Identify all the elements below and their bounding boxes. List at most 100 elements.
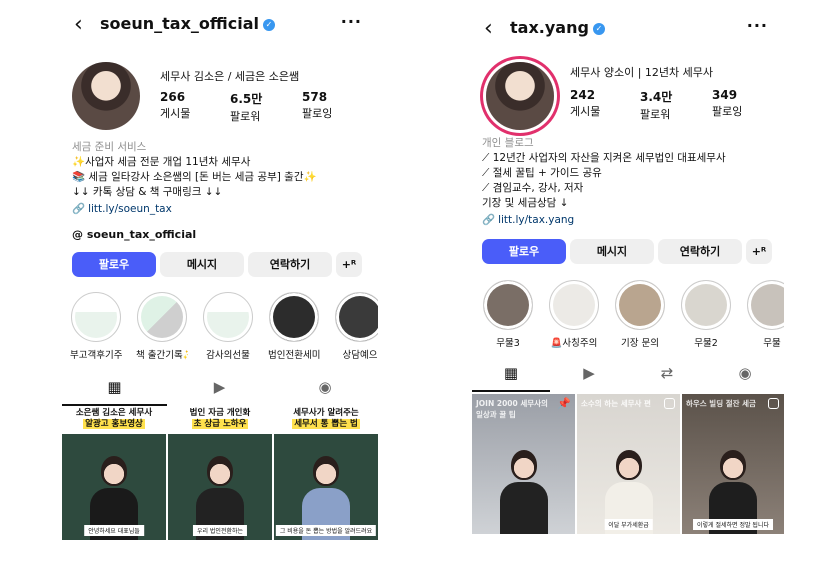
threads-link[interactable]: @ soeun_tax_official bbox=[72, 228, 196, 241]
posts-count[interactable]: 242 게시물 bbox=[570, 88, 640, 119]
highlight-thumbnail bbox=[615, 280, 665, 330]
highlight-thumbnail bbox=[269, 292, 319, 342]
verified-badge-icon: ✓ bbox=[263, 18, 275, 31]
category-label: 세금 준비 서비스 bbox=[72, 141, 147, 153]
tile-caption: 그 비용을 돈 뽑는 방법을 알려드려요 bbox=[275, 525, 377, 536]
highlight[interactable]: 책 출간기록✨ bbox=[136, 292, 188, 361]
highlight-thumbnail bbox=[681, 280, 731, 330]
reel-icon bbox=[768, 398, 779, 409]
message-button[interactable]: 메시지 bbox=[570, 239, 654, 264]
message-button[interactable]: 메시지 bbox=[160, 252, 244, 277]
tile-title-line1: 소은쌤 김소은 세무사 bbox=[75, 408, 153, 418]
highlight[interactable]: 감사의선물 bbox=[202, 292, 254, 361]
contact-button[interactable]: 연락하기 bbox=[658, 239, 742, 264]
add-user-icon[interactable]: +ᴿ bbox=[336, 252, 362, 277]
following-count[interactable]: 349 팔로잉 bbox=[712, 88, 782, 119]
followers-count[interactable]: 3.4만 팔로워 bbox=[640, 88, 710, 122]
pin-icon: 📌 bbox=[557, 397, 571, 410]
tile-caption: 안녕하세요 대표님들 bbox=[84, 525, 144, 536]
reel-icon bbox=[664, 398, 675, 409]
bio-line: ↓↓ 카톡 상담 & 책 구매링크 ↓↓ bbox=[72, 186, 223, 198]
highlight-thumbnail bbox=[203, 292, 253, 342]
content-tabs: ▦ ▶ ⇄ ◉ bbox=[472, 364, 784, 392]
pencil-icon: ⟋ bbox=[482, 167, 493, 179]
followers-count[interactable]: 6.5만 팔로워 bbox=[230, 90, 300, 124]
pencil-icon: ⟋ bbox=[482, 182, 493, 194]
highlight-thumbnail bbox=[483, 280, 533, 330]
highlight[interactable]: 무물2 bbox=[680, 280, 732, 349]
highlight[interactable]: 부고객후기주 bbox=[70, 292, 122, 361]
post-tile[interactable]: 세무사가 알려주는 세무서 통 뽑는 법 그 비용을 돈 뽑는 방법을 알려드려요 bbox=[274, 406, 378, 540]
bio-line: ⟋ 12년간 사업자의 자산을 지켜온 세무법인 대표세무사 bbox=[482, 152, 726, 164]
tagged-tab-icon[interactable]: ◉ bbox=[272, 378, 378, 406]
post-tile[interactable]: 법인 자금 개인화 초 상급 노하우 우리 법인전환하는 bbox=[168, 406, 272, 540]
grid-tab-icon[interactable]: ▦ bbox=[62, 378, 167, 406]
username-header: soeun_tax_official ✓ bbox=[100, 14, 275, 33]
full-name: 세무사 김소은 / 세금은 소은쌤 bbox=[160, 70, 300, 83]
post-tile[interactable]: JOIN 2000 세무사의 일상과 꿀 팁 📌 bbox=[472, 394, 575, 534]
reels-tab-icon[interactable]: ▶ bbox=[550, 364, 628, 392]
bio-line: 📚 세금 일타강사 소은쌤의 [돈 버는 세금 공부] 출간✨ bbox=[72, 171, 317, 183]
highlight[interactable]: 무물3 bbox=[482, 280, 534, 349]
profile-panel-left: ‹ soeun_tax_official ✓ ··· 세무사 김소은 / 세금은 … bbox=[62, 0, 378, 574]
more-options-icon[interactable]: ··· bbox=[747, 16, 768, 35]
post-grid: JOIN 2000 세무사의 일상과 꿀 팁 📌 소수의 하는 세무사 편 이달… bbox=[472, 394, 784, 534]
following-count[interactable]: 578 팔로잉 bbox=[302, 90, 372, 121]
post-tile[interactable]: 소은쌤 김소은 세무사 알광고 홍보영상 안녕하세요 대표님들 bbox=[62, 406, 166, 540]
person-image bbox=[499, 450, 548, 534]
post-tile[interactable]: 소수의 하는 세무사 편 이달 부가세환급 bbox=[577, 394, 680, 534]
highlight[interactable]: 무물 bbox=[746, 280, 784, 349]
full-name: 세무사 양소이 | 12년차 세무사 bbox=[570, 66, 714, 79]
bio-line: ⟋ 절세 꿀팁 + 가이드 공유 bbox=[482, 167, 602, 179]
highlight[interactable]: 🚨사칭주의 bbox=[548, 280, 600, 349]
tile-caption: 이렇게 절세하면 정말 됩니다 bbox=[693, 519, 773, 530]
highlight[interactable]: 기장 문의 bbox=[614, 280, 666, 349]
bio: 세금 준비 서비스 ✨사업자 세금 전문 개업 11년차 세무사 📚 세금 일타… bbox=[72, 140, 317, 217]
tile-caption: 이달 부가세환급 bbox=[604, 519, 653, 530]
follow-button[interactable]: 팔로우 bbox=[72, 252, 156, 277]
username-header: tax.yang ✓ bbox=[510, 18, 605, 37]
reels-tab-icon[interactable]: ▶ bbox=[167, 378, 272, 406]
link-icon: 🔗 bbox=[72, 203, 86, 215]
tile-overlay-text: 하우스 빌딩 절잔 세금 bbox=[686, 399, 756, 408]
highlight-thumbnail bbox=[335, 292, 378, 342]
profile-panel-right: ‹ tax.yang ✓ ··· 세무사 양소이 | 12년차 세무사 242 게시… bbox=[472, 0, 784, 574]
posts-count[interactable]: 266 게시물 bbox=[160, 90, 230, 121]
avatar[interactable] bbox=[486, 62, 554, 130]
top-bar: ‹ soeun_tax_official ✓ ··· bbox=[62, 12, 378, 40]
bio-line: ✨사업자 세금 전문 개업 11년차 세무사 bbox=[72, 156, 251, 168]
bio-line: 기장 및 세금상담 ↓ bbox=[482, 197, 569, 209]
tile-title-line2: 알광고 홍보영상 bbox=[83, 419, 145, 429]
bio: 개인 블로그 ⟋ 12년간 사업자의 자산을 지켜온 세무법인 대표세무사 ⟋ … bbox=[482, 136, 726, 228]
post-grid: 소은쌤 김소은 세무사 알광고 홍보영상 안녕하세요 대표님들 법인 자금 개인화… bbox=[62, 406, 378, 540]
bio-line: ⟋ 겸임교수, 강사, 저자 bbox=[482, 182, 584, 194]
reposts-tab-icon[interactable]: ⇄ bbox=[628, 364, 706, 392]
pencil-icon: ⟋ bbox=[482, 152, 493, 164]
back-arrow-icon[interactable]: ‹ bbox=[484, 18, 493, 40]
highlight[interactable]: 법인전환세미... bbox=[268, 292, 320, 361]
highlight-thumbnail bbox=[137, 292, 187, 342]
highlight[interactable]: 상담예으 bbox=[334, 292, 378, 361]
bio-link[interactable]: 🔗 litt.ly/soeun_tax bbox=[72, 202, 317, 217]
tile-title-line2: 초 상급 노하우 bbox=[191, 419, 249, 429]
link-icon: 🔗 bbox=[482, 214, 496, 226]
verified-badge-icon: ✓ bbox=[592, 22, 605, 35]
highlight-thumbnail bbox=[71, 292, 121, 342]
tile-caption: 우리 법인전환하는 bbox=[192, 525, 248, 536]
content-tabs: ▦ ▶ ◉ bbox=[62, 378, 378, 406]
highlight-thumbnail bbox=[747, 280, 784, 330]
add-user-icon[interactable]: +ᴿ bbox=[746, 239, 772, 264]
top-bar: ‹ tax.yang ✓ ··· bbox=[472, 16, 784, 44]
post-tile[interactable]: 하우스 빌딩 절잔 세금 이렇게 절세하면 정말 됩니다 bbox=[682, 394, 784, 534]
threads-icon: @ bbox=[72, 228, 87, 241]
back-arrow-icon[interactable]: ‹ bbox=[74, 14, 83, 36]
avatar[interactable] bbox=[72, 62, 140, 130]
follow-button[interactable]: 팔로우 bbox=[482, 239, 566, 264]
bio-link[interactable]: 🔗 litt.ly/tax.yang bbox=[482, 213, 726, 228]
tile-title-line1: 세무사가 알려주는 bbox=[293, 408, 359, 418]
more-options-icon[interactable]: ··· bbox=[341, 12, 362, 31]
tile-title-line2: 세무서 통 뽑는 법 bbox=[292, 419, 360, 429]
tagged-tab-icon[interactable]: ◉ bbox=[706, 364, 784, 392]
grid-tab-icon[interactable]: ▦ bbox=[472, 364, 550, 392]
contact-button[interactable]: 연락하기 bbox=[248, 252, 332, 277]
